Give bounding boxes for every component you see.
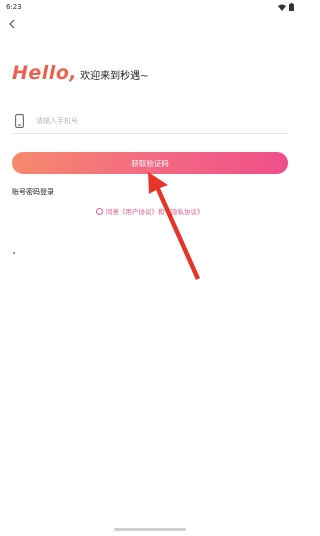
back-button[interactable] xyxy=(4,16,20,32)
status-time: 6:23 xyxy=(6,3,22,11)
greeting: Hello, 欢迎来到秒遇~ xyxy=(12,62,148,84)
mobile-phone-icon xyxy=(12,113,26,129)
stray-dot xyxy=(13,252,15,254)
phone-field-row xyxy=(12,108,288,134)
status-icons xyxy=(278,3,294,11)
navigation-bar xyxy=(0,522,300,536)
welcome-text: 欢迎来到秒遇~ xyxy=(80,71,149,82)
agreement-row[interactable]: 同意《用户协议》和《隐私协议》 xyxy=(96,206,204,216)
hello-title: Hello, xyxy=(12,62,78,84)
password-login-link[interactable]: 账号密码登录 xyxy=(12,187,54,197)
battery-icon xyxy=(289,3,294,11)
status-bar: 6:23 xyxy=(0,0,300,14)
agreement-radio[interactable] xyxy=(96,207,103,215)
login-screen: 6:23 Hello, 欢迎来到秒遇~ 获取验证码 账号密码登录 xyxy=(0,0,300,536)
agreement-text[interactable]: 同意《用户协议》和《隐私协议》 xyxy=(106,206,204,216)
chevron-left-icon xyxy=(9,19,15,29)
get-verification-code-button[interactable]: 获取验证码 xyxy=(12,152,288,174)
home-indicator[interactable] xyxy=(114,527,186,531)
phone-input[interactable] xyxy=(36,116,288,125)
wifi-icon xyxy=(278,4,286,11)
